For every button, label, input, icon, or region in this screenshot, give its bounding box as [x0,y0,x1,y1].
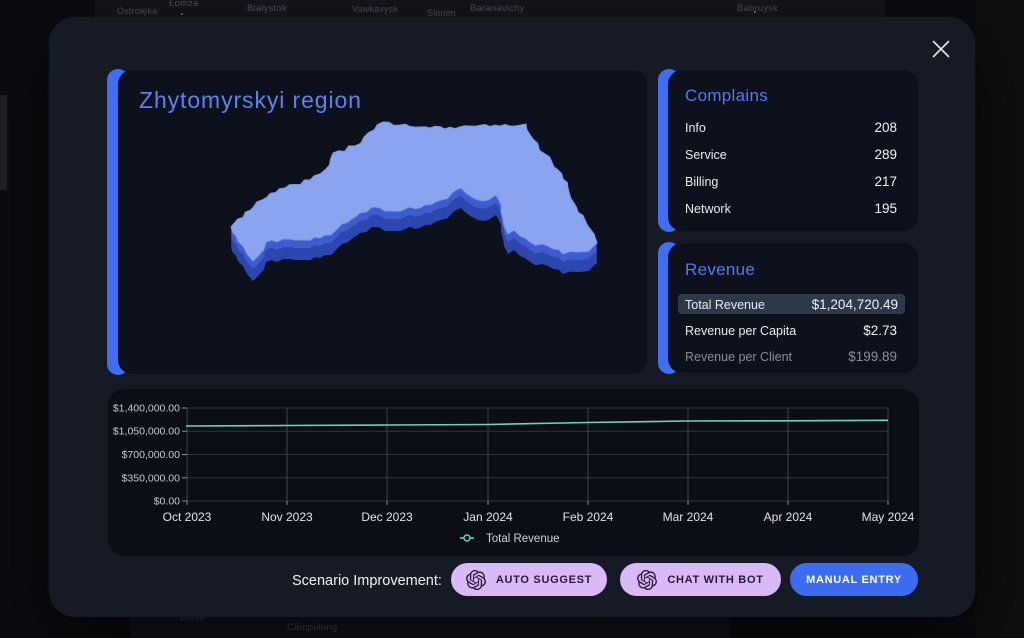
svg-text:Total Revenue: Total Revenue [486,533,560,545]
svg-text:$350,000.00: $350,000.00 [122,472,181,484]
svg-text:Mar 2024: Mar 2024 [663,510,714,524]
svg-text:Jan 2024: Jan 2024 [463,510,513,524]
svg-text:Oct 2023: Oct 2023 [163,510,212,524]
svg-text:Apr 2024: Apr 2024 [764,510,813,524]
svg-text:Feb 2024: Feb 2024 [563,510,614,524]
svg-text:$1,400,000.00: $1,400,000.00 [113,403,180,415]
svg-text:$0.00: $0.00 [154,496,180,508]
svg-text:May 2024: May 2024 [862,510,915,524]
svg-text:Dec 2023: Dec 2023 [361,510,413,524]
svg-text:Nov 2023: Nov 2023 [261,510,313,524]
svg-text:$700,000.00: $700,000.00 [122,449,181,461]
svg-text:$1,050,000.00: $1,050,000.00 [113,426,180,438]
